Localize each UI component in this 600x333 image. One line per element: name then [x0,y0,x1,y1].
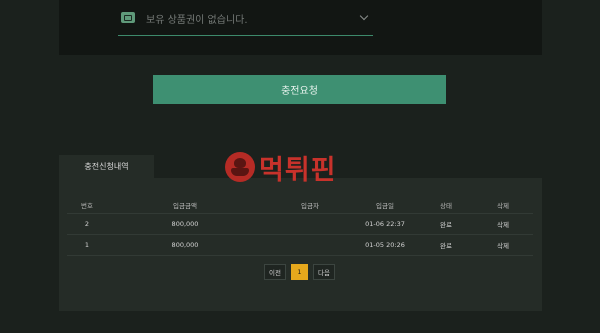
row-amount: 800,000 [171,220,199,228]
voucher-select-text: 보유 상품권이 없습니다. [146,15,248,26]
table-row: 1 800,000 01-05 20:26 완료 삭제 [67,235,533,256]
ticket-icon [121,12,135,23]
row-status: 완료 [440,242,452,250]
row-number: 1 [84,241,90,249]
row-amount: 800,000 [171,241,199,249]
tab-charge-history[interactable]: 충전신청내역 [59,155,154,178]
voucher-select[interactable]: 보유 상품권이 없습니다. [118,5,373,36]
delete-button[interactable]: 삭제 [497,219,509,229]
charge-history-table: 번호 입금금액 입금자 입금일 상태 삭제 2 800,000 01-06 22… [67,196,533,256]
row-number: 2 [84,220,90,228]
watermark-text: 먹튀핀 [259,154,337,186]
logo-emblem-icon [225,152,255,182]
chevron-down-icon [359,11,369,21]
header-depositor: 입금자 [301,201,319,210]
header-date: 입금일 [376,201,394,210]
header-amount: 입금금액 [173,201,197,210]
prev-page-button[interactable]: 이전 [264,264,286,280]
pagination: 이전 1 다음 [264,264,335,280]
header-number: 번호 [81,201,93,210]
row-date: 01-06 22:37 [365,220,405,228]
row-status: 완료 [440,221,452,229]
delete-button[interactable]: 삭제 [497,240,509,250]
table-row: 2 800,000 01-06 22:37 완료 삭제 [67,214,533,235]
next-page-button[interactable]: 다음 [312,264,335,280]
header-status: 상태 [440,201,452,210]
current-page-button[interactable]: 1 [290,264,308,280]
watermark-logo: 먹튀핀 [225,146,337,188]
header-delete: 삭제 [497,201,509,210]
row-date: 01-05 20:26 [365,241,405,249]
table-header-row: 번호 입금금액 입금자 입금일 상태 삭제 [67,196,533,214]
charge-request-button[interactable]: 충전요청 [153,75,446,104]
